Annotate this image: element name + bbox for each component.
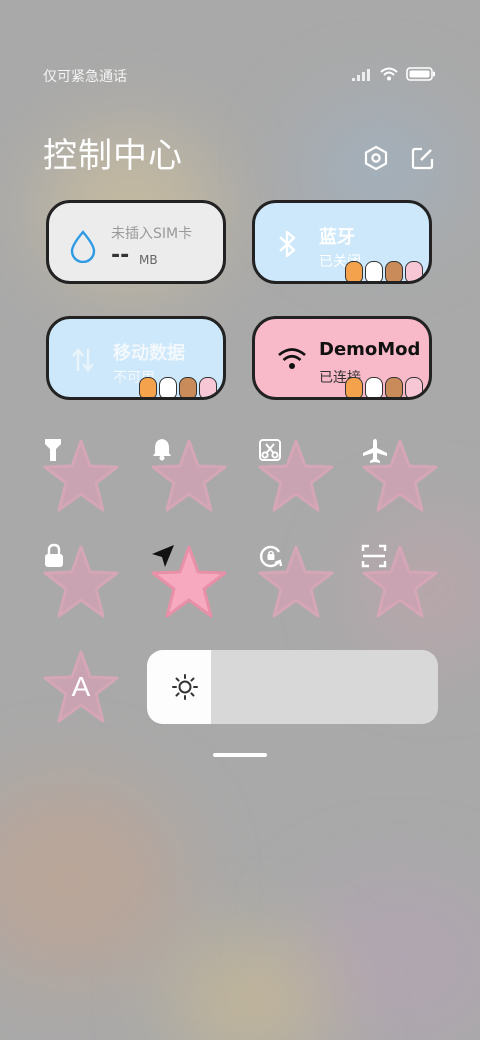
toggle-screenshot[interactable] — [257, 437, 335, 515]
tile-mobile-data[interactable]: 移动数据 不可用 — [46, 316, 226, 400]
page-title: 控制中心 — [43, 136, 183, 176]
signal-icon — [352, 66, 372, 85]
bluetooth-icon — [277, 229, 299, 263]
brightness-slider[interactable] — [147, 650, 438, 724]
mobile-data-title: 移动数据 — [113, 343, 185, 364]
tile-bluetooth[interactable]: 蓝牙 已关闭 — [252, 200, 432, 284]
settings-button[interactable] — [362, 145, 390, 175]
toggle-airplane-mode[interactable] — [361, 437, 439, 515]
toggle-sound[interactable] — [150, 437, 228, 515]
drag-handle[interactable] — [213, 753, 267, 757]
auto-brightness-icon: A — [71, 671, 91, 702]
toggle-auto-brightness[interactable]: A — [42, 648, 120, 726]
edit-icon — [410, 145, 436, 175]
mobile-data-icon — [71, 345, 95, 379]
toggle-flashlight[interactable] — [42, 437, 120, 515]
toggle-screen-lock[interactable] — [42, 543, 120, 621]
battery-icon — [406, 66, 436, 85]
edit-button[interactable] — [409, 146, 437, 174]
wifi-icon — [277, 347, 307, 375]
toggle-scanner[interactable] — [361, 543, 439, 621]
wifi-icon — [380, 66, 398, 85]
sim-unit: MB — [139, 253, 158, 267]
bluetooth-title: 蓝牙 — [319, 227, 355, 248]
water-drop-icon — [67, 229, 99, 267]
wifi-network-name: DemoMod — [319, 339, 421, 360]
sun-icon — [171, 673, 199, 705]
status-bar: 仅可紧急通话 — [0, 62, 480, 90]
toggle-auto-rotate[interactable] — [257, 543, 335, 621]
sim-title: 未插入SIM卡 — [111, 226, 193, 242]
sticker-decoration — [345, 261, 423, 281]
carrier-text: 仅可紧急通话 — [43, 69, 127, 85]
sticker-decoration — [345, 377, 423, 397]
toggle-location[interactable] — [150, 543, 228, 621]
sticker-decoration — [139, 377, 217, 397]
settings-icon — [363, 145, 389, 175]
tile-wifi[interactable]: DemoMod 已连接 — [252, 316, 432, 400]
sim-value: -- — [111, 243, 130, 268]
tile-sim-data-usage[interactable]: 未插入SIM卡 -- MB — [46, 200, 226, 284]
